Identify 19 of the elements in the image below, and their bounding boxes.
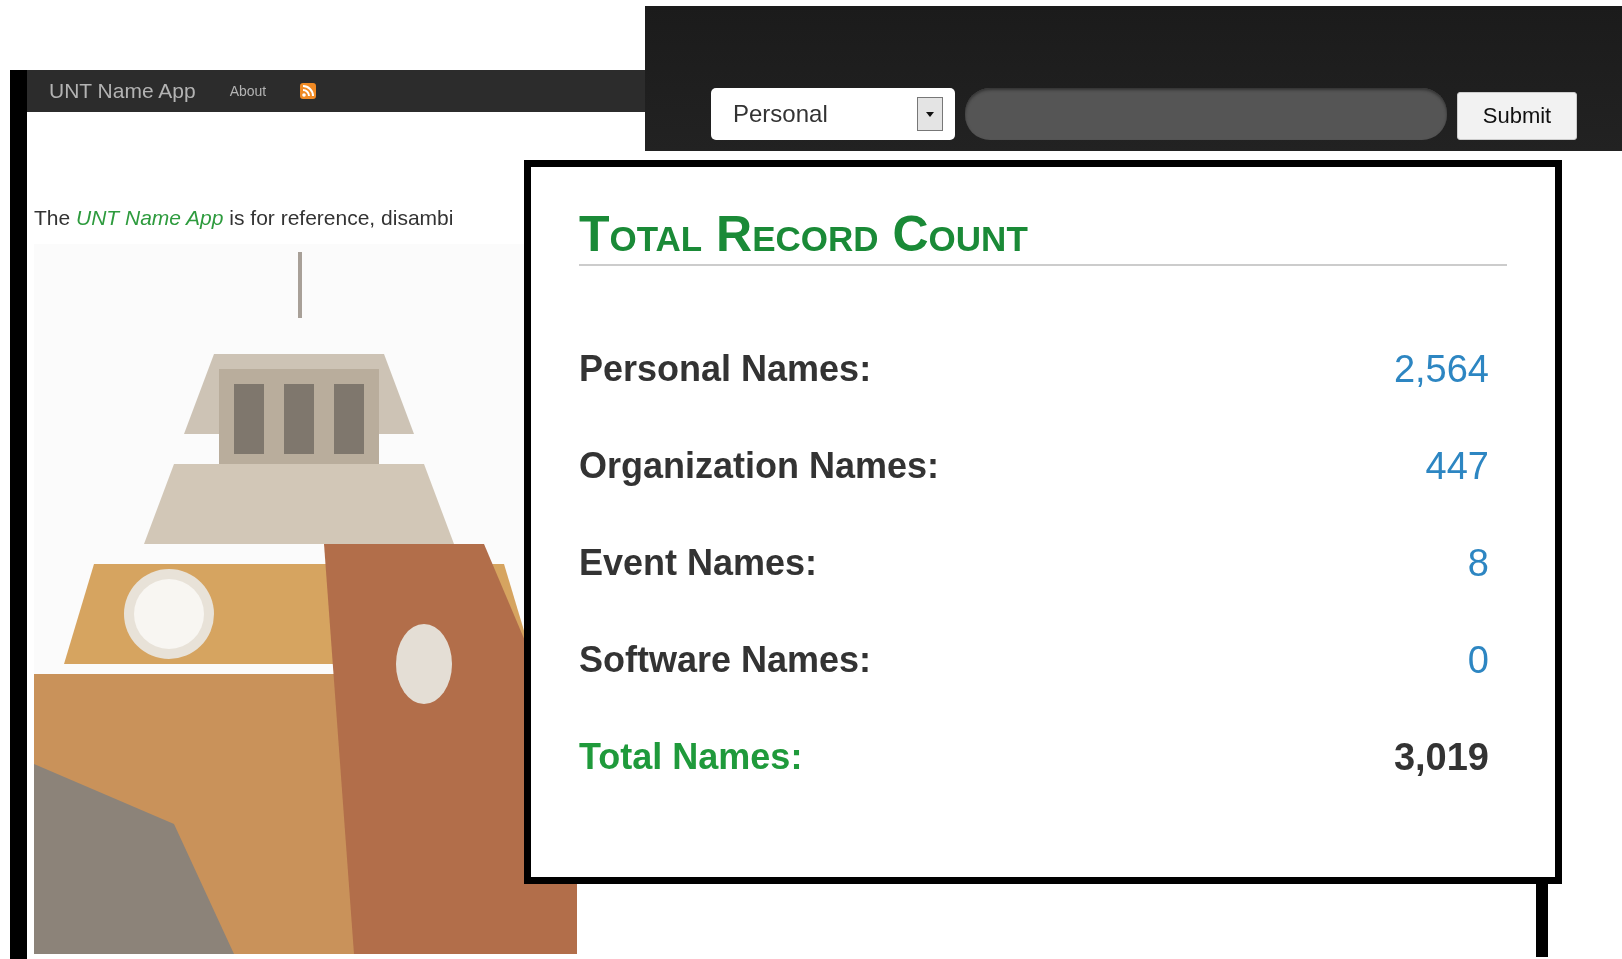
card-title: Total Record Count <box>579 207 1507 266</box>
count-label: Software Names: <box>579 639 872 681</box>
intro-text: The UNT Name App is for reference, disambi <box>33 205 455 230</box>
count-label: Organization Names: <box>579 445 940 487</box>
count-value: 0 <box>1467 638 1489 682</box>
search-field[interactable] <box>965 88 1447 140</box>
count-value: 2,564 <box>1393 347 1489 391</box>
count-value: 3,019 <box>1393 735 1489 779</box>
count-label: Event Names: <box>579 542 818 584</box>
nav-link[interactable]: About <box>229 83 267 99</box>
brand-link[interactable]: UNT Name App <box>49 79 196 103</box>
caret-icon <box>917 97 943 131</box>
count-label: Total Names: <box>579 736 803 778</box>
count-value: 8 <box>1467 541 1489 585</box>
count-value: 447 <box>1425 444 1489 488</box>
type-select[interactable]: Personal <box>711 88 955 140</box>
submit-button[interactable]: Submit <box>1457 92 1577 140</box>
rss-icon[interactable] <box>300 83 317 99</box>
count-label: Personal Names: <box>579 348 872 390</box>
